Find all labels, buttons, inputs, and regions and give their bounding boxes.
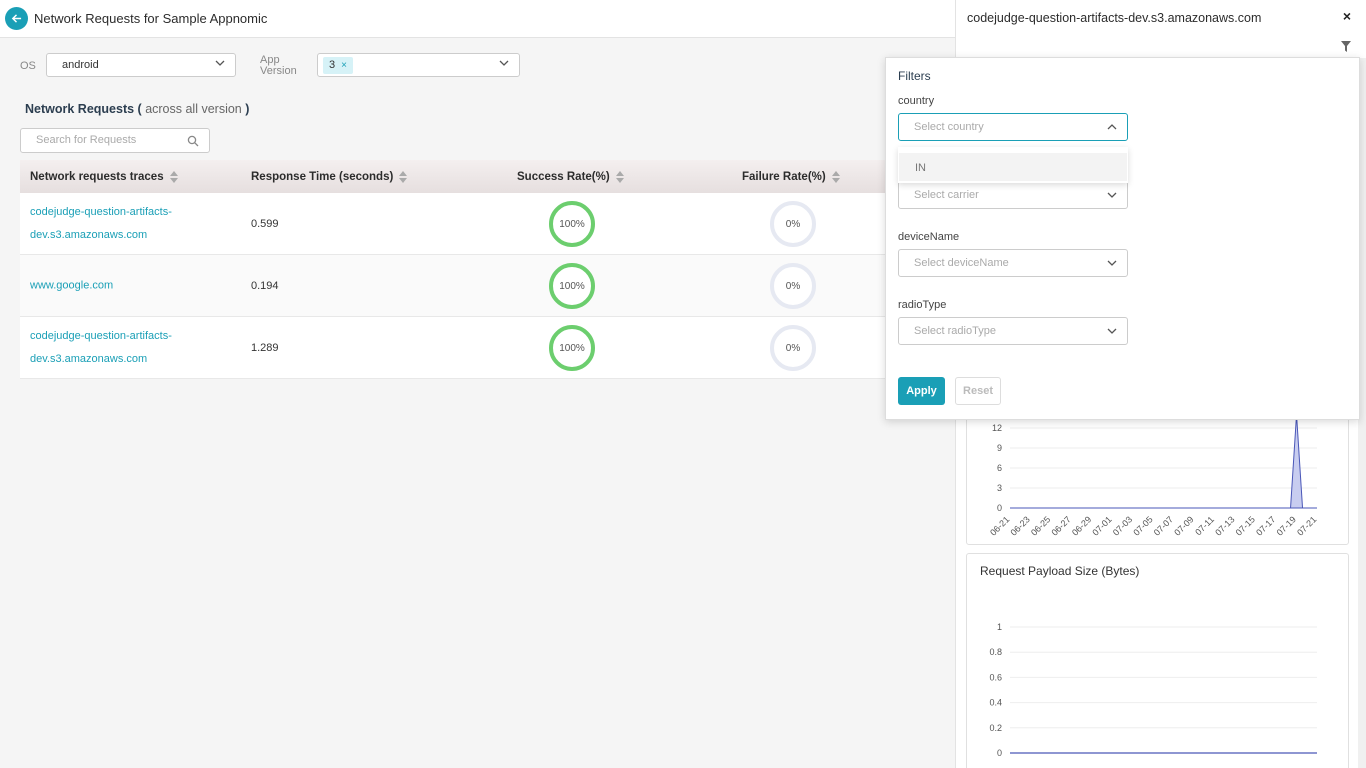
chart-card-payload: Request Payload Size (Bytes) 1 0.8 0.6 0.4 0…	[966, 553, 1349, 768]
x-tick-label: 07-07	[1152, 514, 1175, 537]
x-tick-label: 06-25	[1029, 514, 1052, 537]
os-select[interactable]: android	[46, 53, 236, 77]
response-time: 0.194	[251, 279, 279, 292]
app-version-select[interactable]: 3 ×	[317, 53, 520, 77]
os-label: OS	[20, 60, 36, 72]
request-url-link[interactable]: codejudge-question-artifacts-dev.s3.amaz…	[30, 325, 200, 371]
response-time: 0.599	[251, 217, 279, 230]
os-select-value: android	[62, 59, 99, 71]
y-tick-label: 9	[997, 443, 1002, 453]
x-tick-label: 07-13	[1213, 514, 1236, 537]
table-row[interactable]: codejudge-question-artifacts-dev.s3.amaz…	[20, 193, 955, 255]
arrow-left-icon	[11, 14, 22, 23]
success-rate-ring: 100%	[549, 325, 595, 371]
x-tick-label: 06-29	[1070, 514, 1093, 537]
table-row[interactable]: www.google.com 0.194 100% 0%	[20, 255, 955, 317]
sort-icon[interactable]	[399, 170, 408, 183]
failure-rate-ring: 0%	[770, 201, 816, 247]
y-tick-label: 0.8	[989, 647, 1002, 657]
reset-button[interactable]: Reset	[955, 377, 1001, 405]
table-header: Network requests traces Response Time (s…	[20, 160, 955, 193]
failure-rate-ring: 0%	[770, 263, 816, 309]
radio-type-select[interactable]: Select radioType	[898, 317, 1128, 345]
x-tick-label: 06-23	[1009, 514, 1032, 537]
y-tick-label: 6	[997, 463, 1002, 473]
close-icon[interactable]: ×	[1343, 8, 1351, 24]
page-title: Network Requests for Sample Appnomic	[34, 11, 268, 26]
country-dropdown: IN	[898, 147, 1128, 183]
carrier-placeholder: Select carrier	[914, 189, 979, 201]
column-header-failure-rate[interactable]: Failure Rate(%)	[742, 160, 840, 193]
country-select[interactable]: Select country	[898, 113, 1128, 141]
tag-remove-icon[interactable]: ×	[341, 57, 347, 74]
success-rate-ring: 100%	[549, 201, 595, 247]
filters-popover: Filters country Select country Select ca…	[885, 57, 1360, 420]
carrier-select[interactable]: Select carrier	[898, 181, 1128, 209]
search-input[interactable]	[36, 134, 186, 146]
success-rate-ring: 100%	[549, 263, 595, 309]
device-name-placeholder: Select deviceName	[914, 257, 1009, 269]
response-time: 1.289	[251, 341, 279, 354]
chevron-down-icon	[499, 60, 509, 66]
app-version-tag: 3 ×	[323, 57, 353, 74]
device-name-select[interactable]: Select deviceName	[898, 249, 1128, 277]
chart-title: Request Payload Size (Bytes)	[980, 564, 1140, 578]
chevron-up-icon	[1107, 124, 1117, 130]
chart-card-requests: 12 9 6 3 0 06-21 06-23 06-25 06-27 06-29 07-01 07-0…	[966, 400, 1349, 545]
x-tick-label: 07-11	[1193, 514, 1216, 537]
x-tick-label: 06-27	[1049, 514, 1072, 537]
series-area	[1010, 414, 1317, 509]
country-placeholder: Select country	[914, 121, 984, 133]
y-tick-label: 0.2	[989, 723, 1002, 733]
x-tick-label: 07-21	[1295, 514, 1318, 537]
y-tick-label: 1	[997, 622, 1002, 632]
y-tick-label: 3	[997, 483, 1002, 493]
sort-icon[interactable]	[169, 170, 178, 183]
chevron-down-icon	[1107, 260, 1117, 266]
back-button[interactable]	[5, 7, 28, 30]
search-icon[interactable]	[187, 135, 199, 147]
app-version-label: App Version	[260, 54, 297, 77]
x-tick-label: 07-05	[1131, 514, 1154, 537]
radio-type-label: radioType	[898, 299, 947, 311]
column-header-traces[interactable]: Network requests traces	[30, 160, 178, 193]
chevron-down-icon	[1107, 328, 1117, 334]
y-tick-label: 0.4	[989, 698, 1002, 708]
y-tick-label: 12	[992, 423, 1002, 433]
table-row[interactable]: codejudge-question-artifacts-dev.s3.amaz…	[20, 317, 955, 379]
column-header-response-time[interactable]: Response Time (seconds)	[251, 160, 408, 193]
panel-title: codejudge-question-artifacts-dev.s3.amaz…	[967, 11, 1262, 25]
failure-rate-ring: 0%	[770, 325, 816, 371]
filter-icon[interactable]	[1341, 41, 1351, 52]
x-tick-label: 07-01	[1090, 514, 1113, 537]
column-header-success-rate[interactable]: Success Rate(%)	[517, 160, 624, 193]
y-tick-label: 0	[997, 503, 1002, 513]
sort-icon[interactable]	[831, 170, 840, 183]
x-tick-label: 07-19	[1275, 514, 1298, 537]
x-tick-label: 07-17	[1254, 514, 1277, 537]
country-label: country	[898, 95, 935, 107]
apply-button[interactable]: Apply	[898, 377, 945, 405]
chevron-down-icon	[215, 60, 225, 66]
section-title: Network Requests ( across all version )	[25, 102, 250, 116]
x-tick-label: 07-09	[1172, 514, 1195, 537]
x-tick-label: 06-21	[988, 514, 1011, 537]
radio-type-placeholder: Select radioType	[914, 325, 996, 337]
request-url-link[interactable]: www.google.com	[30, 274, 200, 297]
request-url-link[interactable]: codejudge-question-artifacts-dev.s3.amaz…	[30, 201, 200, 247]
country-option-in[interactable]: IN	[899, 153, 1127, 181]
network-requests-table: Network requests traces Response Time (s…	[20, 160, 955, 379]
payload-line-chart: 1 0.8 0.6 0.4 0.2 0	[989, 622, 1317, 758]
search-box	[20, 128, 210, 153]
y-tick-label: 0.6	[989, 672, 1002, 682]
requests-area-chart: 12963006-2106-2306-2506-2706-2907-0107-0…	[988, 414, 1318, 538]
sort-icon[interactable]	[615, 170, 624, 183]
chevron-down-icon	[1107, 192, 1117, 198]
filters-title: Filters	[898, 69, 931, 83]
x-tick-label: 07-03	[1111, 514, 1134, 537]
device-name-label: deviceName	[898, 231, 960, 243]
y-tick-label: 0	[997, 748, 1002, 758]
x-tick-label: 07-15	[1234, 514, 1257, 537]
